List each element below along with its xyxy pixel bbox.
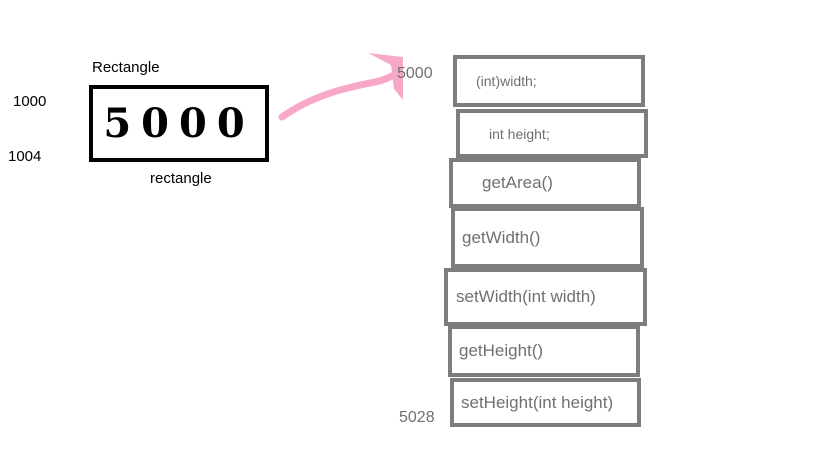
reference-value: 5000 xyxy=(103,100,255,147)
arrow-shaft xyxy=(278,71,398,121)
member-label: getHeight() xyxy=(459,341,544,360)
address-1000-label: 1000 xyxy=(13,93,47,110)
member-label: getWidth() xyxy=(462,227,541,247)
member-slot-width: (int)width; xyxy=(453,55,645,107)
member-slot-setwidth: setWidth(int width) xyxy=(444,268,647,326)
reference-variable-box: 5000 xyxy=(89,85,269,162)
member-label: (int)width; xyxy=(476,73,537,89)
pointer-arrow xyxy=(278,53,403,121)
member-label: int height; xyxy=(489,125,550,142)
member-label: getArea() xyxy=(482,173,553,192)
member-label: setWidth(int width) xyxy=(456,287,596,306)
class-label: Rectangle xyxy=(92,59,160,76)
variable-label: rectangle xyxy=(150,170,212,187)
member-label: setHeight(int height) xyxy=(461,392,614,412)
member-slot-height: int height; xyxy=(456,109,648,158)
member-slot-setheight: setHeight(int height) xyxy=(450,378,641,427)
address-5000-label: 5000 xyxy=(397,65,433,82)
member-slot-getheight: getHeight() xyxy=(448,325,640,377)
member-slot-getwidth: getWidth() xyxy=(451,207,644,268)
member-slot-getarea: getArea() xyxy=(449,158,641,208)
address-5028-label: 5028 xyxy=(399,409,435,426)
address-1004-label: 1004 xyxy=(8,148,42,165)
